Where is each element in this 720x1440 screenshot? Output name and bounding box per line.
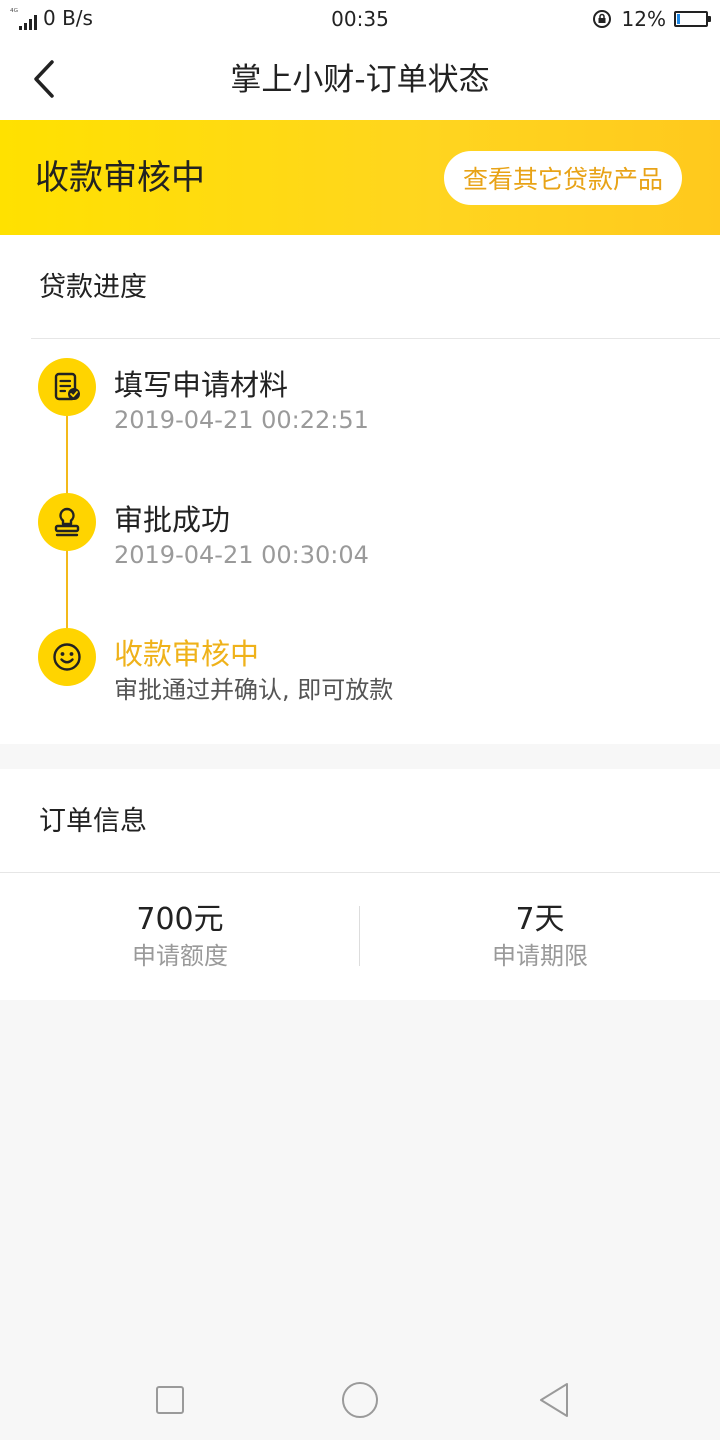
- step-timestamp: 2019-04-21 00:30:04: [114, 541, 369, 569]
- page-title: 掌上小财-订单状态: [230, 62, 490, 98]
- term-value: 7天: [515, 902, 565, 937]
- timeline-connector: [66, 414, 68, 494]
- recents-button[interactable]: [148, 1378, 192, 1422]
- order-section-title: 订单信息: [39, 806, 147, 837]
- status-banner: 收款审核中 查看其它贷款产品: [0, 120, 720, 235]
- step-title-active: 收款审核中: [114, 637, 260, 671]
- step-timestamp: 2019-04-21 00:22:51: [114, 406, 369, 434]
- stat-term: 7天 申请期限: [360, 901, 720, 971]
- progress-section-title: 贷款进度: [39, 272, 147, 303]
- divider: [31, 338, 720, 339]
- system-nav-bar: [0, 1360, 720, 1440]
- circle-icon: [342, 1382, 378, 1418]
- step-icon-circle: [38, 628, 96, 686]
- square-icon: [156, 1386, 184, 1414]
- step-icon-circle: [38, 358, 96, 416]
- status-right: 12%: [592, 6, 711, 32]
- term-label: 申请期限: [492, 942, 588, 970]
- step-icon-circle: [38, 493, 96, 551]
- order-status-title: 收款审核中: [35, 158, 205, 198]
- step-title: 审批成功: [114, 503, 231, 537]
- divider: [0, 872, 720, 873]
- battery-icon: [674, 11, 711, 27]
- other-loans-button[interactable]: 查看其它贷款产品: [444, 151, 682, 205]
- stat-amount: 700元 申请额度: [0, 901, 360, 971]
- rotation-lock-icon: [592, 10, 611, 28]
- amount-label: 申请额度: [132, 942, 228, 970]
- order-info-card: 订单信息 700元 申请额度 7天 申请期限: [0, 769, 720, 1000]
- back-nav-button[interactable]: [532, 1378, 576, 1422]
- loan-progress-card: 贷款进度 填写申请材料 2019-04-21 00:22:51 审批成功 201…: [0, 235, 720, 744]
- timeline-connector: [66, 549, 68, 629]
- document-check-icon: [54, 372, 80, 401]
- step-description: 审批通过并确认, 即可放款: [114, 676, 394, 704]
- status-bar: ⁴ᴳ 0 B/s 00:35 12%: [0, 0, 720, 38]
- battery-percent: 12%: [621, 7, 666, 31]
- stamp-icon: [54, 507, 80, 537]
- home-button[interactable]: [338, 1378, 382, 1422]
- smiley-icon: [53, 643, 81, 671]
- triangle-left-icon: [540, 1383, 568, 1417]
- step-title: 填写申请材料: [114, 368, 289, 402]
- nav-bar: 掌上小财-订单状态: [0, 38, 720, 120]
- amount-value: 700元: [136, 902, 224, 937]
